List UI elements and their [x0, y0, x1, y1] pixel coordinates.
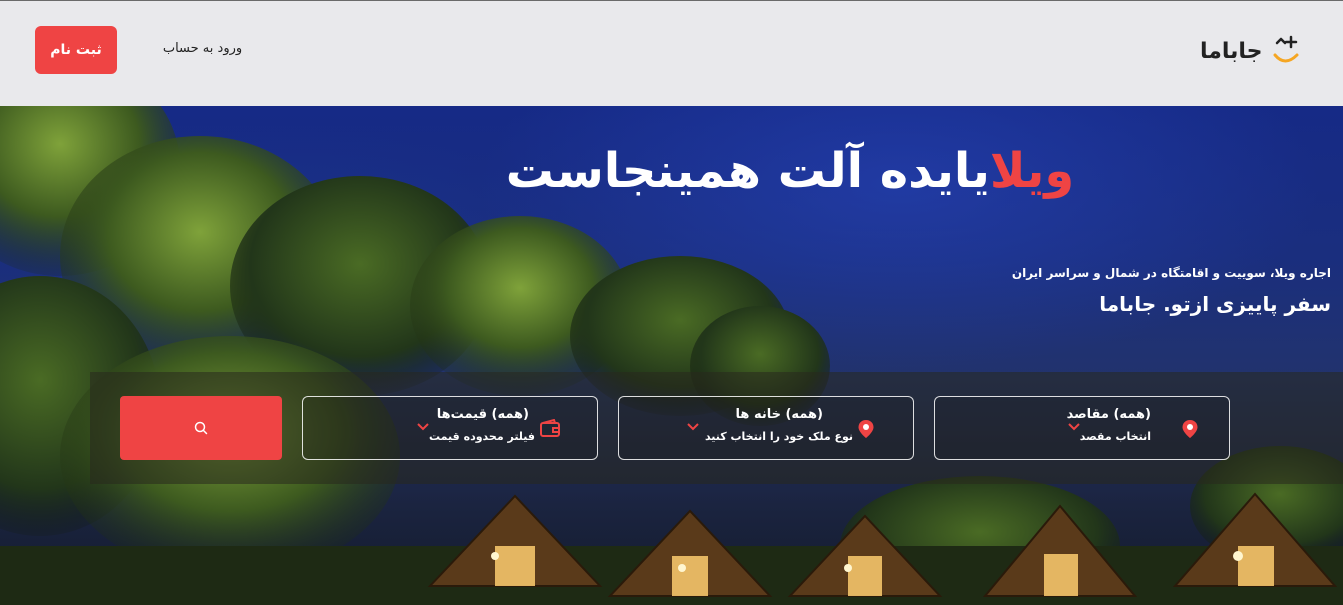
chevron-down-icon: [687, 423, 699, 431]
hero-title: ویلایایده آلت همینجاست: [440, 136, 1140, 206]
top-navbar: ثبت نام ورود به حساب جاباما: [0, 0, 1343, 106]
hero-title-accent: ویلا: [989, 143, 1075, 199]
hero-title-rest: یایده آلت همینجاست: [505, 143, 990, 199]
chevron-down-icon: [417, 423, 429, 431]
house-type-filter-subtitle: نوع ملک خود را انتخاب کنید: [704, 430, 853, 443]
hero-banner: ویلایایده آلت همینجاست اجاره ویلا، سوییت…: [0, 106, 1343, 605]
signup-button[interactable]: ثبت نام: [35, 26, 117, 74]
house-type-filter-title: (همه) خانه ها: [735, 407, 823, 422]
price-filter[interactable]: (همه) قیمت‌ها فیلتر محدوده قیمت: [302, 396, 598, 460]
search-icon: [194, 421, 208, 435]
logo-smile-icon: [1273, 35, 1299, 63]
hero-subtitle: اجاره ویلا، سوییت و اقامتگاه در شمال و س…: [1011, 266, 1331, 280]
price-filter-title: (همه) قیمت‌ها: [436, 407, 529, 422]
hero-cabins-image: [427, 492, 1338, 597]
location-pin-icon: [1182, 420, 1198, 438]
logo[interactable]: جاباما: [1200, 31, 1320, 71]
price-filter-subtitle: فیلتر محدوده قیمت: [429, 430, 535, 443]
house-type-filter[interactable]: (همه) خانه ها نوع ملک خود را انتخاب کنید: [618, 396, 914, 460]
logo-text: جاباما: [1200, 38, 1263, 64]
chevron-down-icon: [1068, 423, 1080, 431]
destination-filter-title: (همه) مقاصد: [1066, 407, 1151, 422]
wallet-icon: [540, 419, 560, 437]
destination-filter-subtitle: انتخاب مقصد: [1079, 430, 1151, 443]
destination-filter[interactable]: (همه) مقاصد انتخاب مقصد: [934, 396, 1230, 460]
search-button[interactable]: [120, 396, 282, 460]
location-pin-icon: [858, 420, 874, 438]
hero-slogan: سفر پاییزی ازتو. جاباما: [1099, 292, 1331, 316]
login-link[interactable]: ورود به حساب: [150, 38, 255, 60]
